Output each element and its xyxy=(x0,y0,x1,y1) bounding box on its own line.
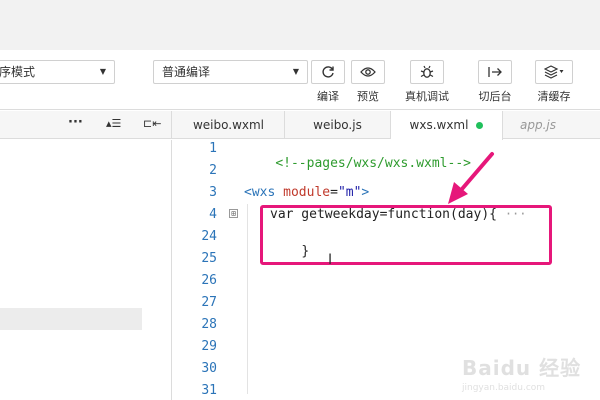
eye-icon xyxy=(351,60,385,84)
watermark-url: jingyan.baidu.com xyxy=(462,383,546,393)
compile-select-value: 普通编译 xyxy=(162,65,211,79)
tab-label: app.js xyxy=(520,118,556,132)
clear-cache-button[interactable]: 清缓存 xyxy=(535,60,573,104)
tab-wxs-wxml[interactable]: wxs.wxml xyxy=(391,111,503,140)
code-attr: module xyxy=(283,185,331,200)
compile-mode-select[interactable]: 普通编译 ▼ xyxy=(153,60,308,84)
line-number: 25 xyxy=(201,251,217,266)
line-number: 2 xyxy=(209,163,217,178)
chevron-down-icon: ▼ xyxy=(292,67,299,76)
line-number: 29 xyxy=(201,339,217,354)
chevron-down-icon: ▼ xyxy=(99,67,106,76)
remote-debug-button[interactable]: 真机调试 xyxy=(405,60,449,104)
editor-tab-bar: ··· ▴☰ ⊏⇤ weibo.wxml weibo.js wxs.wxml a… xyxy=(0,111,600,140)
line-number: 31 xyxy=(201,383,217,398)
code-tag-close: > xyxy=(361,185,370,200)
line-number: 24 xyxy=(201,229,217,244)
indent-guide xyxy=(247,204,248,394)
top-band xyxy=(0,0,600,50)
text-cursor-icon: I xyxy=(328,252,333,268)
code-line-3: <wxs module="m"> xyxy=(244,185,369,200)
clear-cache-label: 清缓存 xyxy=(537,90,571,103)
layers-icon xyxy=(535,60,573,84)
more-icon[interactable]: ··· xyxy=(68,115,83,130)
split-left-icon[interactable]: ⊏⇤ xyxy=(143,117,161,130)
file-sidebar xyxy=(0,140,172,400)
fold-column: ⊞ xyxy=(225,140,241,400)
compile-button[interactable]: 编译 xyxy=(311,60,345,104)
bug-icon xyxy=(410,60,444,84)
code-line-1: <!--pages/wxs/wxs.wxml--> xyxy=(244,141,471,186)
line-number-gutter: 1 2 3 4 24 25 26 27 28 29 30 31 xyxy=(173,140,223,400)
tab-label: weibo.js xyxy=(313,118,362,132)
line-number: 28 xyxy=(201,317,217,332)
modified-dot-icon xyxy=(476,122,484,129)
preview-button[interactable]: 预览 xyxy=(351,60,385,104)
tab-app-js[interactable]: app.js xyxy=(503,111,573,139)
tab-label: wxs.wxml xyxy=(409,118,469,132)
mode-select-value: 序模式 xyxy=(0,65,36,79)
line-number: 30 xyxy=(201,361,217,376)
tab-weibo-js[interactable]: weibo.js xyxy=(285,111,391,139)
sidebar-actions: ··· ▴☰ ⊏⇤ xyxy=(0,111,172,139)
switch-background-button[interactable]: 切后台 xyxy=(478,60,512,104)
line-number: 1 xyxy=(209,141,217,156)
sidebar-selected-row[interactable] xyxy=(0,308,142,330)
line-number: 3 xyxy=(209,185,217,200)
compile-label: 编译 xyxy=(317,90,339,103)
line-number: 26 xyxy=(201,273,217,288)
annotation-arrow-icon xyxy=(448,152,494,204)
code-string: "m" xyxy=(337,185,362,200)
annotation-highlight-box xyxy=(260,205,552,265)
preview-label: 预览 xyxy=(357,90,379,103)
fold-expand-icon[interactable]: ⊞ xyxy=(229,209,238,218)
collapse-list-icon[interactable]: ▴☰ xyxy=(106,117,121,130)
tab-label: weibo.wxml xyxy=(192,118,265,132)
baidu-watermark: Baidu 经验 jingyan.baidu.com xyxy=(462,352,592,398)
watermark-logo: Baidu 经验 xyxy=(462,356,582,380)
switch-background-label: 切后台 xyxy=(478,90,512,103)
mode-select[interactable]: 序模式 ▼ xyxy=(0,60,115,84)
tab-weibo-wxml[interactable]: weibo.wxml xyxy=(173,111,285,139)
switch-background-icon xyxy=(478,60,512,84)
code-tag: <wxs xyxy=(244,185,284,200)
line-number: 4 xyxy=(209,207,217,222)
remote-debug-label: 真机调试 xyxy=(405,90,449,103)
refresh-icon xyxy=(311,60,345,84)
code-eq: = xyxy=(330,185,338,200)
line-number: 27 xyxy=(201,295,217,310)
